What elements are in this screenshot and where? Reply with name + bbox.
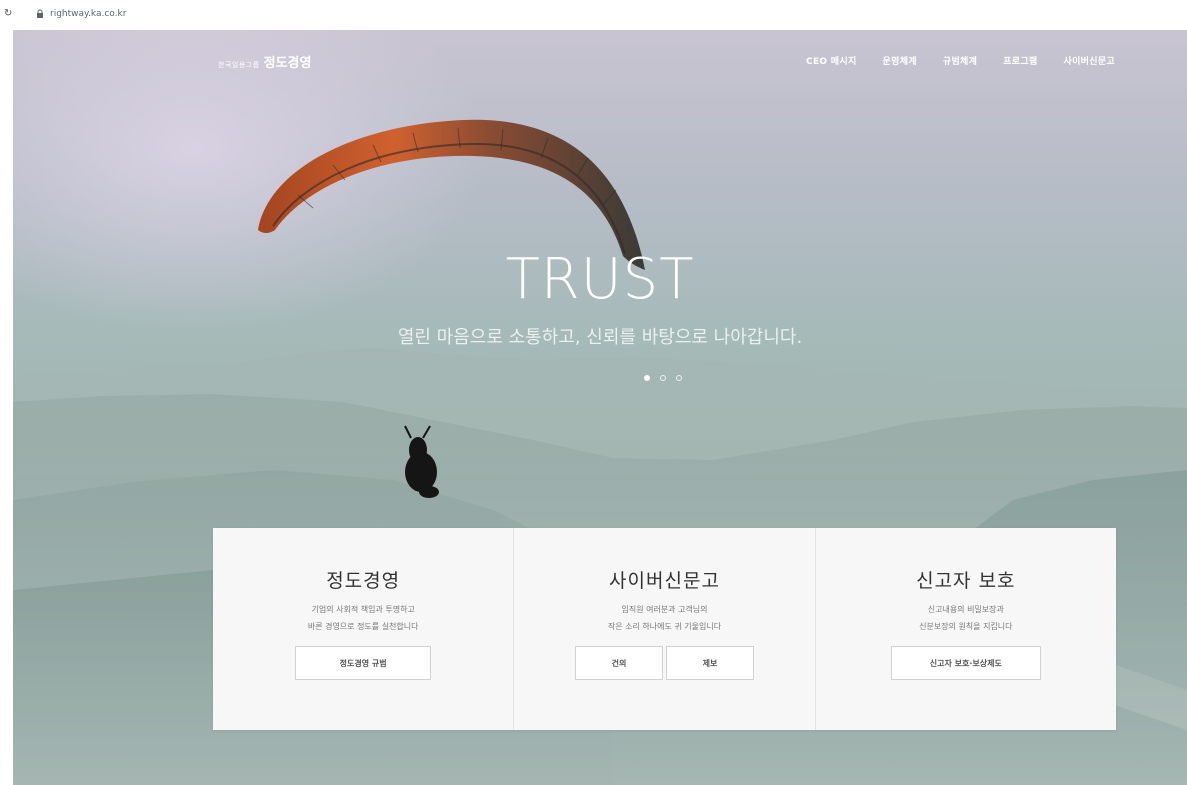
logo-group-name: 한국일용그룹: [218, 61, 260, 69]
nav-item-cyber-petition[interactable]: 사이버신문고: [1064, 54, 1115, 67]
slide-dot-2[interactable]: [660, 375, 666, 381]
card-description-line: 바른 경영으로 정도를 실천합니다: [307, 622, 419, 631]
info-cards: 정도경영 기업의 사회적 책임과 투명하고 바른 경영으로 정도를 실천합니다 …: [213, 528, 1116, 730]
reload-icon[interactable]: ↻: [4, 8, 12, 19]
card-buttons: 정도경영 규범: [213, 646, 513, 680]
logo-title: 정도경영: [263, 56, 312, 71]
slider-pagination: [644, 375, 682, 381]
hero-section: 한국일용그룹 정도경영 CEO 메시지 운영체계 규범체계 프로그램 사이버신문…: [13, 30, 1187, 785]
card-description: 임직원 여러분과 고객님의 작은 소리 하나에도 귀 기울입니다: [514, 601, 814, 635]
card-description: 기업의 사회적 책임과 투명하고 바른 경영으로 정도를 실천합니다: [213, 601, 513, 635]
report-button[interactable]: 제보: [665, 646, 754, 680]
url-text[interactable]: rightway.ka.co.kr: [50, 9, 126, 19]
slide-dot-1[interactable]: [644, 375, 650, 381]
card-description: 신고내용의 비밀보장과 신분보장의 원칙을 지킵니다: [816, 601, 1116, 635]
lock-icon: [37, 9, 43, 18]
hero-headline: TRUST: [505, 247, 695, 312]
nav-item-norms-system[interactable]: 규범체계: [943, 54, 977, 67]
card-description-line: 작은 소리 하나에도 귀 기울입니다: [607, 622, 722, 631]
nav-item-program[interactable]: 프로그램: [1003, 54, 1037, 67]
ethics-norms-button[interactable]: 정도경영 규범: [295, 646, 432, 680]
card-buttons: 건의 제보: [514, 646, 814, 680]
card-title: 신고자 보호: [916, 570, 1016, 592]
card-description-line: 임직원 여러분과 고객님의: [621, 605, 708, 614]
browser-address-bar[interactable]: ↻ rightway.ka.co.kr: [0, 0, 1187, 30]
slide-dot-3[interactable]: [676, 375, 682, 381]
site-logo[interactable]: 한국일용그룹 정도경영: [218, 52, 311, 71]
nav-item-operation-system[interactable]: 운영체계: [883, 54, 917, 67]
whistleblower-protection-button[interactable]: 신고자 보호·보상제도: [890, 646, 1041, 680]
card-title: 정도경영: [326, 570, 401, 592]
main-nav: CEO 메시지 운영체계 규범체계 프로그램 사이버신문고: [806, 54, 1115, 67]
card-cyber-petition: 사이버신문고 임직원 여러분과 고객님의 작은 소리 하나에도 귀 기울입니다 …: [514, 528, 816, 730]
card-whistleblower-protection: 신고자 보호 신고내용의 비밀보장과 신분보장의 원칙을 지킵니다 신고자 보호…: [816, 528, 1116, 730]
card-description-line: 신분보장의 원칙을 지킵니다: [919, 622, 1013, 631]
card-ethical-management: 정도경영 기업의 사회적 책임과 투명하고 바른 경영으로 정도를 실천합니다 …: [213, 528, 515, 730]
card-buttons: 신고자 보호·보상제도: [816, 646, 1116, 680]
nav-item-ceo-message[interactable]: CEO 메시지: [806, 54, 856, 67]
suggestion-button[interactable]: 건의: [574, 646, 663, 680]
card-title: 사이버신문고: [609, 570, 720, 592]
card-description-line: 기업의 사회적 책임과 투명하고: [311, 605, 415, 614]
hero-subline: 열린 마음으로 소통하고, 신뢰를 바탕으로 나아갑니다.: [397, 327, 803, 348]
card-description-line: 신고내용의 비밀보장과: [927, 605, 1004, 614]
